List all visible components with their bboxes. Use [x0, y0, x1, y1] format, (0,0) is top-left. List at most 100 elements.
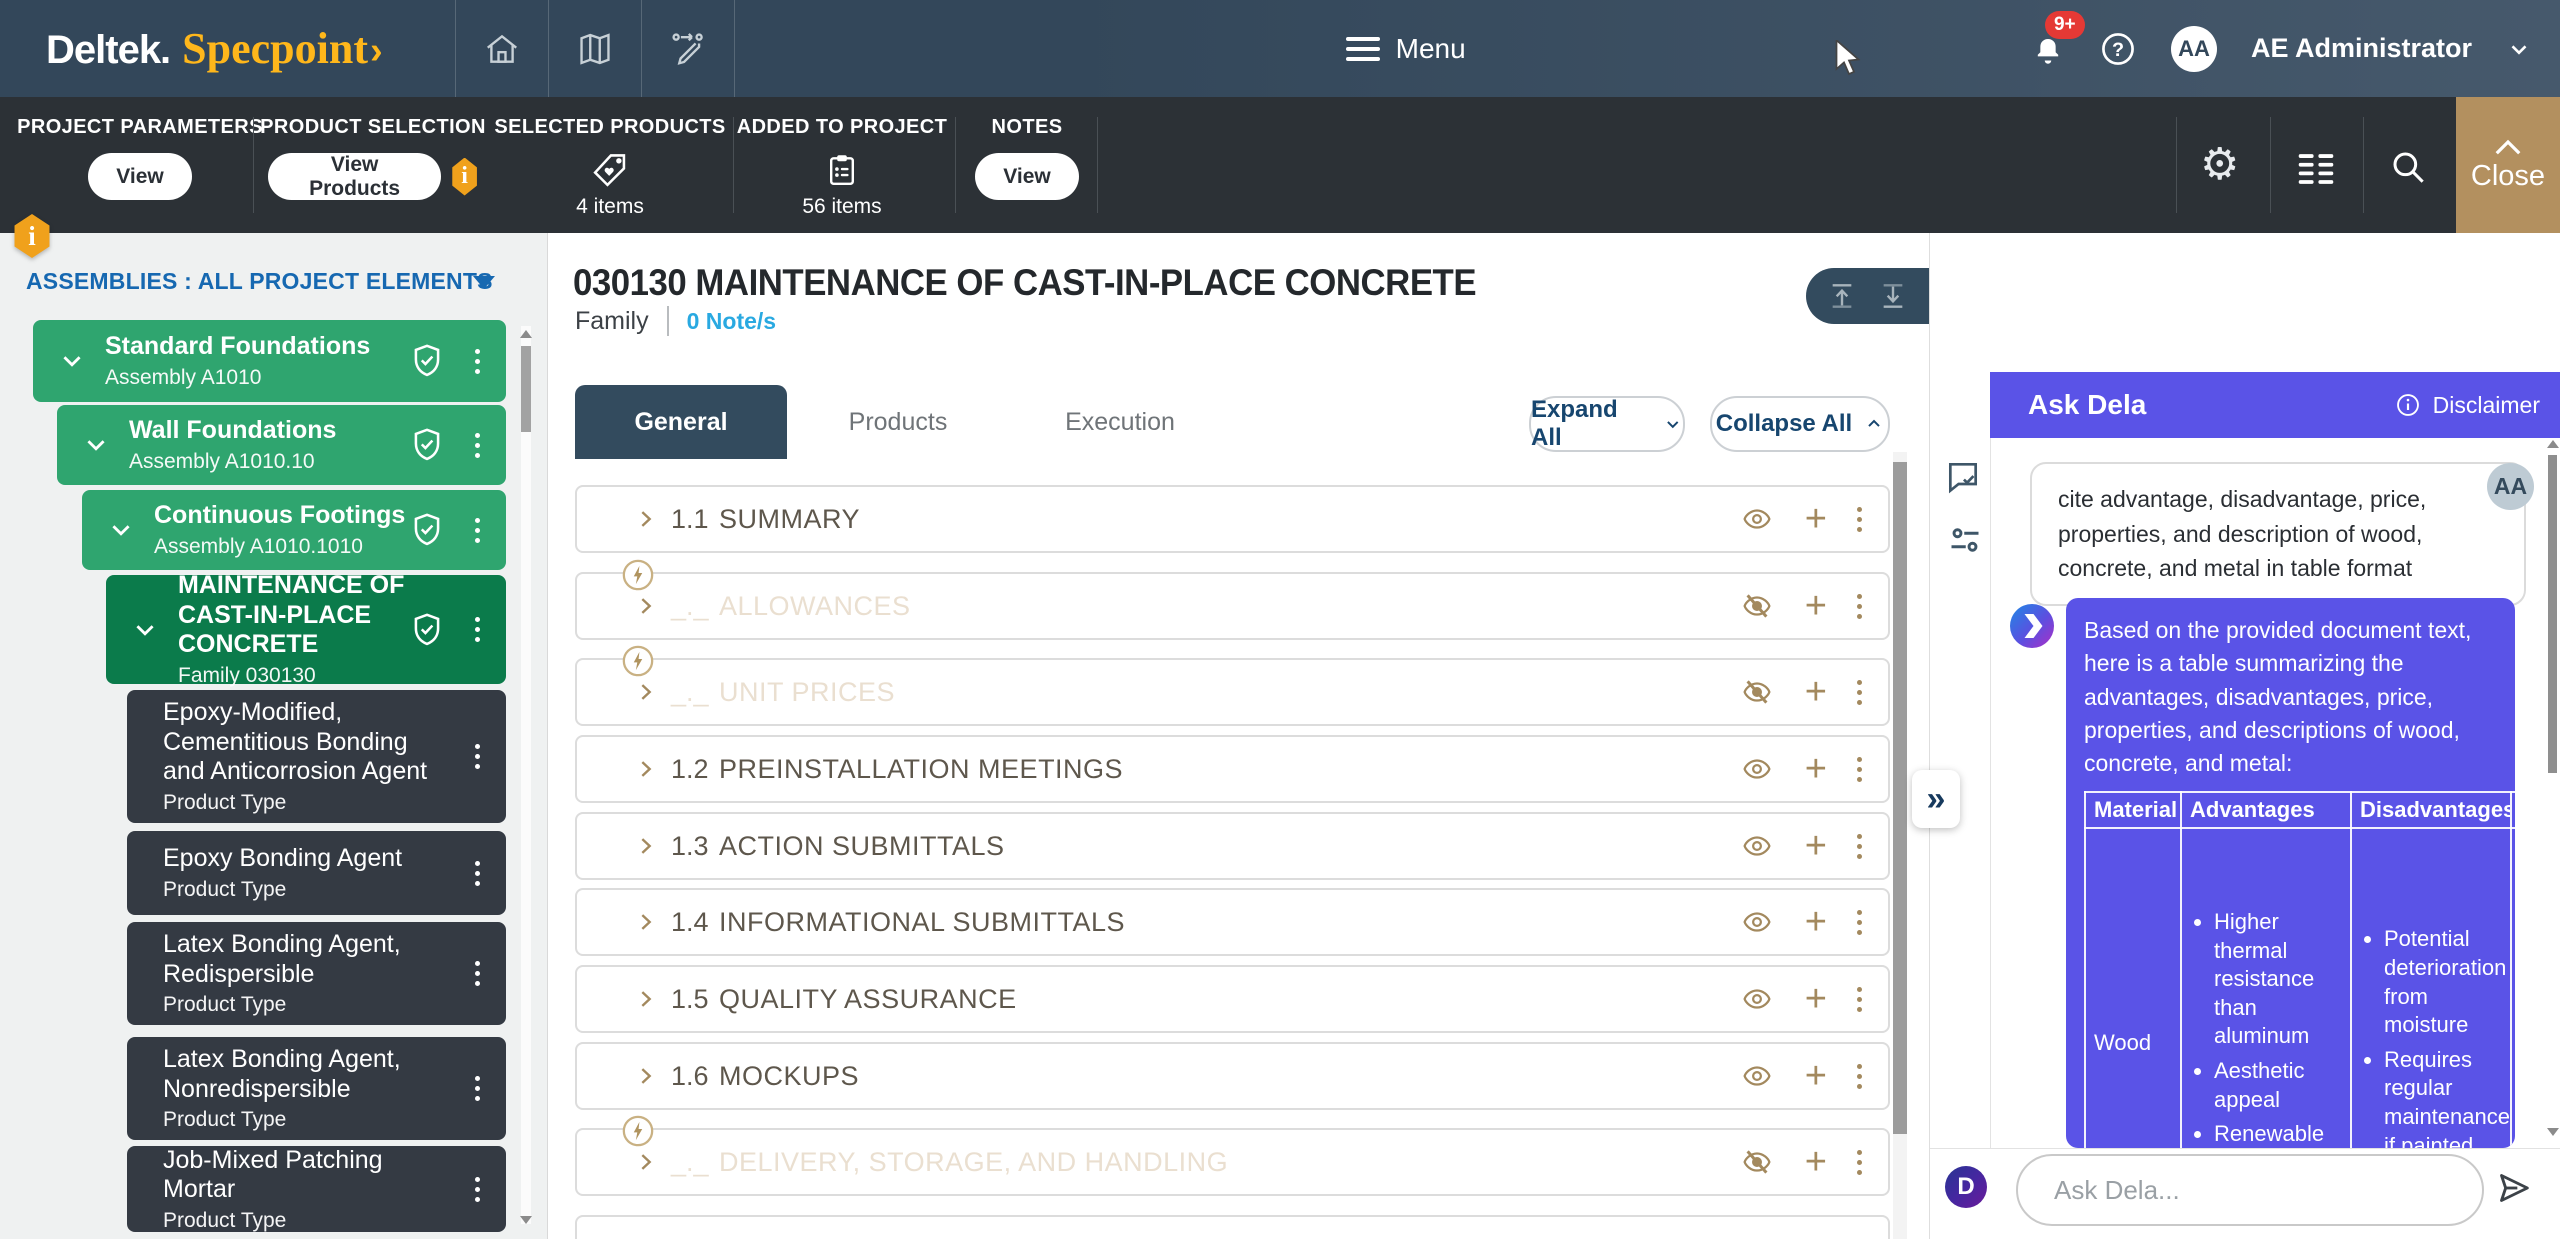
map-icon[interactable] — [548, 0, 641, 97]
kebab-menu-icon[interactable] — [1857, 680, 1862, 705]
add-icon[interactable]: + — [1805, 831, 1827, 861]
eye-icon[interactable] — [1739, 1061, 1775, 1091]
chat-check-icon[interactable] — [1944, 458, 1982, 496]
section-row-action-submittals[interactable]: 1.3 ACTION SUBMITTALS + — [575, 812, 1890, 880]
selected-products-section[interactable]: SELECTED PRODUCTS 4 items — [520, 97, 700, 233]
section-row-allowances[interactable]: _._ ALLOWANCES + — [575, 572, 1890, 640]
disclaimer-button[interactable]: Disclaimer — [2395, 392, 2540, 419]
product-type-card[interactable]: Latex Bonding Agent, Redispersible Produ… — [127, 922, 506, 1025]
section-row-preinstallation-meetings[interactable]: 1.2 PREINSTALLATION MEETINGS + — [575, 735, 1890, 803]
home-icon[interactable] — [455, 0, 548, 97]
chevron-right-icon[interactable] — [635, 1065, 657, 1087]
product-type-card[interactable]: Latex Bonding Agent, Nonredispersible Pr… — [127, 1037, 506, 1140]
chevron-down-icon[interactable] — [132, 617, 158, 643]
user-avatar[interactable]: AA — [2171, 26, 2217, 72]
kebab-menu-icon[interactable] — [460, 961, 494, 986]
chevron-right-icon[interactable] — [635, 681, 657, 703]
expand-all-button[interactable]: Expand All — [1529, 396, 1685, 452]
app-logo[interactable]: Deltek. Specpoint › — [46, 23, 383, 74]
menu-button[interactable]: Menu — [1346, 31, 1466, 67]
add-icon[interactable]: + — [1805, 907, 1827, 937]
add-icon[interactable]: + — [1805, 984, 1827, 1014]
add-icon[interactable]: + — [1805, 677, 1827, 707]
add-icon[interactable]: + — [1805, 754, 1827, 784]
product-type-card[interactable]: Epoxy-Modified, Cementitious Bonding and… — [127, 690, 506, 823]
kebab-menu-icon[interactable] — [460, 349, 494, 374]
chevron-right-icon[interactable] — [635, 988, 657, 1010]
kebab-menu-icon[interactable] — [460, 1076, 494, 1101]
info-hexagon-icon[interactable]: i — [451, 158, 478, 196]
eye-off-icon[interactable] — [1739, 1147, 1775, 1177]
kebab-menu-icon[interactable] — [1857, 987, 1862, 1012]
kebab-menu-icon[interactable] — [1857, 507, 1862, 532]
assembly-card-continuous-footings[interactable]: Continuous Footings Assembly A1010.1010 — [82, 490, 506, 570]
chevron-right-icon[interactable] — [635, 508, 657, 530]
notifications-button[interactable]: 9+ — [2031, 31, 2065, 67]
ask-dela-input[interactable] — [2016, 1154, 2484, 1226]
filter-sliders-icon[interactable] — [1947, 522, 1983, 558]
chat-scrollbar-thumb[interactable] — [2548, 455, 2557, 773]
move-to-top-icon[interactable] — [1826, 280, 1858, 312]
kebab-menu-icon[interactable] — [460, 744, 494, 769]
notes-link[interactable]: 0 Note/s — [687, 308, 776, 335]
kebab-menu-icon[interactable] — [1857, 1064, 1862, 1089]
chevron-right-icon[interactable] — [635, 911, 657, 933]
section-row-delivery-storage-handling[interactable]: _._ DELIVERY, STORAGE, AND HANDLING + — [575, 1128, 1890, 1196]
eye-off-icon[interactable] — [1739, 677, 1775, 707]
section-row-mockups[interactable]: 1.6 MOCKUPS + — [575, 1042, 1890, 1110]
kebab-menu-icon[interactable] — [1857, 910, 1862, 935]
added-to-project-section[interactable]: ADDED TO PROJECT 56 items — [752, 97, 932, 233]
section-row-partial[interactable] — [575, 1215, 1890, 1239]
close-panel-button[interactable]: Close — [2456, 97, 2560, 233]
settings-gear-icon[interactable]: ⚙ — [2200, 145, 2239, 185]
kebab-menu-icon[interactable] — [460, 433, 494, 458]
chevron-down-icon[interactable] — [108, 517, 134, 543]
sidebar-info-hexagon-icon[interactable]: i — [13, 214, 51, 258]
eye-icon[interactable] — [1739, 907, 1775, 937]
add-icon[interactable]: + — [1805, 1147, 1827, 1177]
chat-scroll-down-icon[interactable] — [2547, 1128, 2559, 1136]
panel-collapse-button[interactable]: » — [1912, 770, 1960, 828]
kebab-menu-icon[interactable] — [460, 861, 494, 886]
tab-general[interactable]: General — [575, 385, 787, 459]
kebab-menu-icon[interactable] — [460, 1177, 494, 1202]
move-to-bottom-icon[interactable] — [1877, 280, 1909, 312]
chevron-down-icon[interactable] — [83, 432, 109, 458]
scroll-up-icon[interactable] — [520, 330, 532, 338]
chevron-right-icon[interactable] — [635, 595, 657, 617]
view-products-button[interactable]: View Products — [268, 153, 441, 200]
chevron-down-icon[interactable] — [2506, 36, 2532, 62]
kebab-menu-icon[interactable] — [1857, 834, 1862, 859]
family-card-maintenance-cast-in-place[interactable]: MAINTENANCE OF CAST-IN-PLACE CONCRETE Fa… — [106, 575, 506, 684]
add-icon[interactable]: + — [1805, 504, 1827, 534]
route-plan-icon[interactable] — [641, 0, 734, 97]
search-icon[interactable] — [2388, 147, 2428, 187]
chevron-right-icon[interactable] — [635, 1151, 657, 1173]
assemblies-dropdown-icon[interactable] — [473, 276, 495, 289]
kebab-menu-icon[interactable] — [1857, 594, 1862, 619]
scroll-down-icon[interactable] — [520, 1216, 532, 1224]
column-list-icon[interactable] — [2295, 149, 2337, 187]
chevron-down-icon[interactable] — [59, 348, 85, 374]
kebab-menu-icon[interactable] — [460, 617, 494, 642]
view-notes-button[interactable]: View — [975, 153, 1078, 200]
sidebar-scrollbar[interactable] — [521, 326, 531, 1224]
chevron-right-icon[interactable] — [635, 835, 657, 857]
send-icon[interactable] — [2494, 1168, 2534, 1208]
assembly-card-standard-foundations[interactable]: Standard Foundations Assembly A1010 — [33, 320, 506, 402]
collapse-all-button[interactable]: Collapse All — [1710, 396, 1890, 452]
eye-icon[interactable] — [1739, 984, 1775, 1014]
eye-icon[interactable] — [1739, 504, 1775, 534]
section-row-quality-assurance[interactable]: 1.5 QUALITY ASSURANCE + — [575, 965, 1890, 1033]
view-parameters-button[interactable]: View — [88, 153, 191, 200]
kebab-menu-icon[interactable] — [1857, 757, 1862, 782]
section-row-summary[interactable]: 1.1 SUMMARY + — [575, 485, 1890, 553]
product-type-card[interactable]: Job-Mixed Patching Mortar Product Type — [127, 1146, 506, 1232]
product-type-card[interactable]: Epoxy Bonding Agent Product Type — [127, 831, 506, 915]
chevron-right-icon[interactable] — [635, 758, 657, 780]
eye-icon[interactable] — [1739, 754, 1775, 784]
chat-scroll-up-icon[interactable] — [2547, 440, 2559, 448]
main-scrollbar-thumb[interactable] — [1893, 462, 1907, 1134]
section-row-unit-prices[interactable]: _._ UNIT PRICES + — [575, 658, 1890, 726]
tab-products[interactable]: Products — [787, 385, 1009, 459]
